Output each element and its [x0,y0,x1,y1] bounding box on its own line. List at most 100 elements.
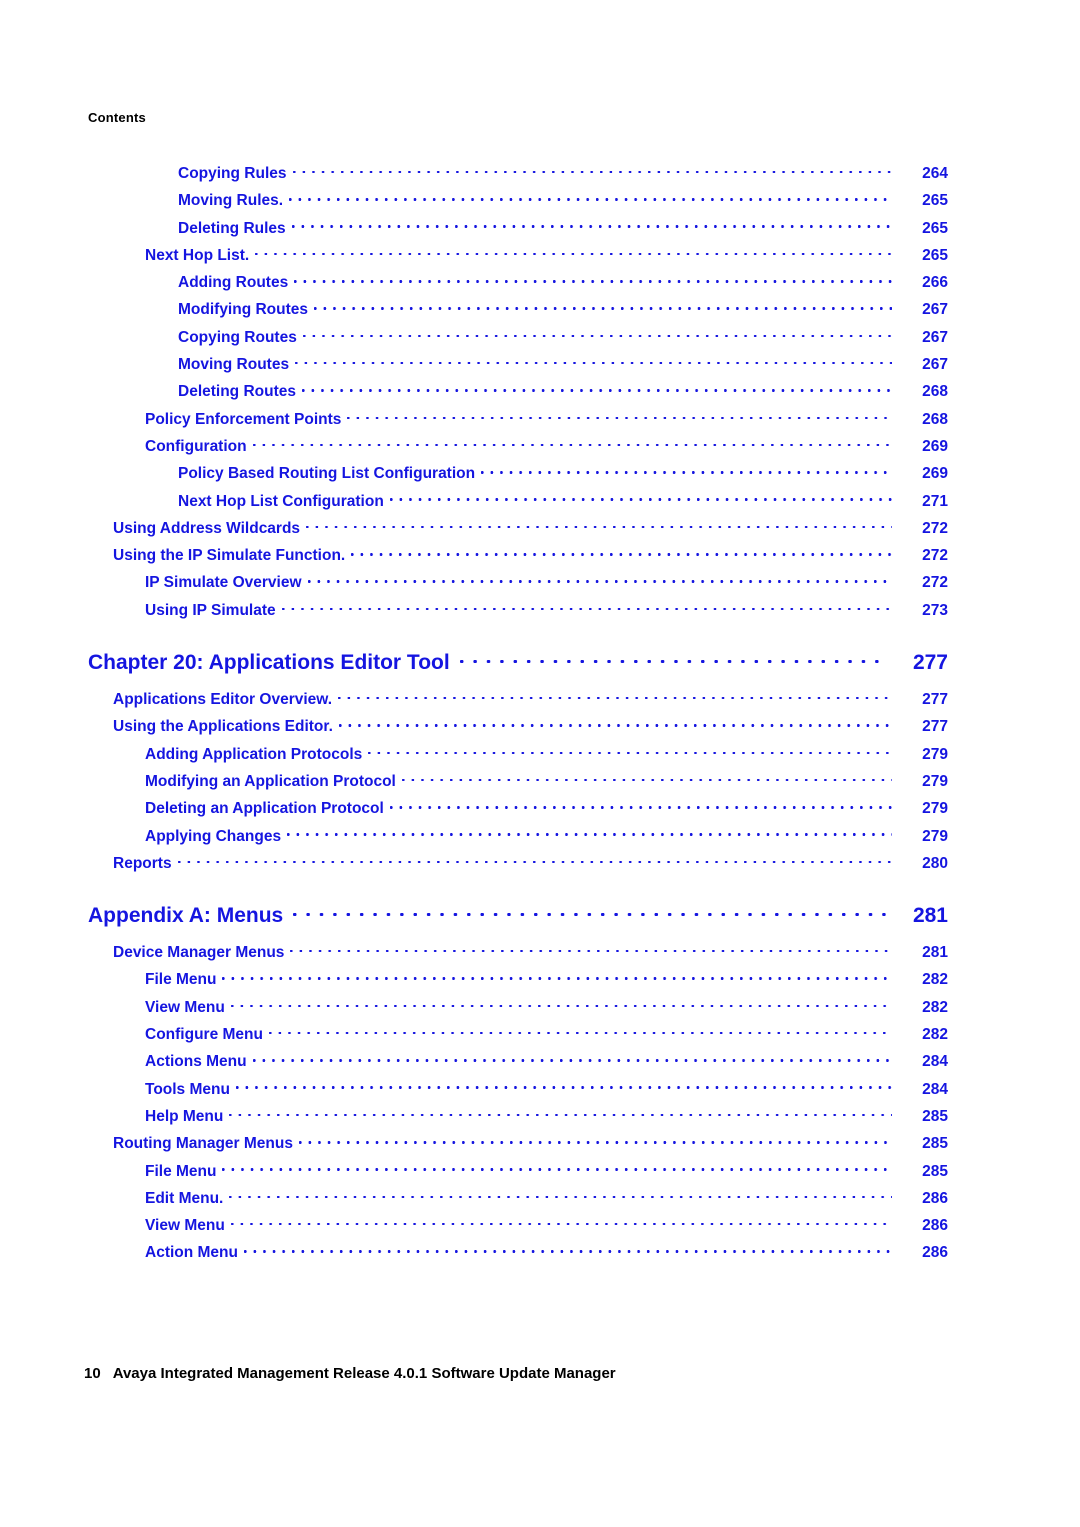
toc-entry-label: Copying Routes [178,328,297,346]
toc-entry-row[interactable]: Deleting Routes 268 [88,378,948,405]
toc-entry-row[interactable]: Edit Menu. 286 [88,1185,948,1212]
toc-page-number: 267 [922,356,948,374]
dot-leader [177,852,892,868]
toc-page-number: 268 [922,410,948,428]
dot-leader [295,354,892,370]
dot-leader [291,217,892,233]
toc-page-number: 267 [922,301,948,319]
toc-entry-row[interactable]: Using the IP Simulate Function. 272 [88,542,948,569]
toc-entry-label: Configuration [145,437,247,455]
toc-page-number: 286 [922,1217,948,1235]
toc-chapter-row[interactable]: Appendix A: Menus 281 [88,899,948,932]
toc-entry-label: Modifying an Application Protocol [145,772,396,790]
toc-entry-label: File Menu [145,971,217,989]
toc-page-number: 279 [922,772,948,790]
dot-leader [281,599,892,615]
toc-entry-row[interactable]: Configuration 269 [88,433,948,460]
toc-entry-label: Help Menu [145,1107,224,1125]
toc-entry-row[interactable]: Copying Routes 267 [88,324,948,351]
toc-entry-label: View Menu [145,998,225,1016]
toc-entry-row[interactable]: Actions Menu 284 [88,1048,948,1075]
toc-entry-row[interactable]: Routing Manager Menus 285 [88,1130,948,1157]
toc-page-number: 269 [922,465,948,483]
dot-leader [255,244,892,260]
toc-page-number: 281 [912,904,948,928]
toc-page-number: 284 [922,1080,948,1098]
toc-page-number: 285 [922,1162,948,1180]
dot-leader [222,969,892,985]
toc-page-number: 277 [922,691,948,709]
toc-entry-row[interactable]: Moving Routes 267 [88,351,948,378]
toc-entry-row[interactable]: Reports 280 [88,850,948,877]
toc-page-number: 273 [922,601,948,619]
running-head: Contents [88,110,146,125]
dot-leader [389,490,892,506]
toc-chapter-row[interactable]: Chapter 20: Applications Editor Tool 277 [88,646,948,679]
toc-entry-label: Reports [113,854,172,872]
dot-leader [244,1242,892,1258]
toc-entry-label: Copying Rules [178,165,287,182]
document-page: Contents Copying Rules 264 Moving Rules. 26… [0,0,1080,1527]
toc-page-number: 279 [922,745,948,763]
toc-entry-row[interactable]: Tools Menu 284 [88,1076,948,1103]
toc-entry-row[interactable]: Configure Menu 282 [88,1021,948,1048]
toc-entry-row[interactable]: Device Manager Menus 281 [88,939,948,966]
dot-leader [459,648,886,669]
toc-page-number: 282 [922,1026,948,1044]
dot-leader [235,1078,892,1094]
toc-entry-row[interactable]: Modifying Routes 267 [88,296,948,323]
toc-entry-row[interactable]: Adding Application Protocols 279 [88,741,948,768]
toc-entry-label: Modifying Routes [178,301,309,319]
toc-page-number: 266 [922,274,948,292]
toc-entry-row[interactable]: Deleting Rules 265 [88,215,948,242]
toc-entry-row[interactable]: Policy Based Routing List Configuration 2… [88,460,948,487]
toc-entry-row[interactable]: Deleting an Application Protocol 279 [88,795,948,822]
toc-entry-row[interactable]: Using IP Simulate 273 [88,597,948,624]
toc-entry-row[interactable]: Copying Rules 264 [88,160,948,187]
toc-entry-row[interactable]: View Menu 282 [88,994,948,1021]
toc-entry-row[interactable]: Help Menu 285 [88,1103,948,1130]
toc-entry-row[interactable]: Next Hop List. 265 [88,242,948,269]
toc-entry-row[interactable]: IP Simulate Overview 272 [88,569,948,596]
toc-entry-label: Routing Manager Menus [113,1135,293,1153]
toc-page-number: 280 [922,854,948,872]
toc-entry-row[interactable]: Next Hop List Configuration 271 [88,488,948,515]
dot-leader [401,770,892,786]
toc-entry-label: Applications Editor Overview. [113,691,333,709]
toc-entry-row[interactable]: File Menu 285 [88,1158,948,1185]
toc-entry-row[interactable]: Moving Rules. 265 [88,187,948,214]
toc-page-number: 265 [922,246,948,264]
toc-entry-row[interactable]: Using Address Wildcards 272 [88,515,948,542]
toc-entry-label: Policy Based Routing List Configuration [178,465,476,483]
toc-entry-row[interactable]: Policy Enforcement Points 268 [88,406,948,433]
toc-entry-row[interactable]: Using the Applications Editor. 277 [88,713,948,740]
dot-leader [289,190,892,206]
toc-entry-label: Moving Rules. [178,192,284,210]
toc-entry-label: Moving Routes [178,356,290,374]
dot-leader [389,798,892,814]
dot-leader [292,163,892,179]
toc-entry-row[interactable]: File Menu 282 [88,966,948,993]
toc-entry-label: Using IP Simulate [145,601,276,619]
toc-page-number: 269 [922,437,948,455]
toc-entry-row[interactable]: Applying Changes 279 [88,823,948,850]
toc-entry-row[interactable]: Modifying an Application Protocol 279 [88,768,948,795]
page-footer: 10 Avaya Integrated Management Release 4.… [84,1365,616,1382]
dot-leader [301,381,892,397]
toc-entry-row[interactable]: View Menu 286 [88,1212,948,1239]
dot-leader [229,1105,892,1121]
toc-entry-label: Applying Changes [145,827,282,845]
toc-entry-label: Actions Menu [145,1053,247,1071]
toc-entry-row[interactable]: Adding Routes 266 [88,269,948,296]
toc-entry-label: Deleting Routes [178,383,296,401]
toc-entry-label: Using the IP Simulate Function. [113,547,346,565]
dot-leader [268,1024,892,1040]
dot-leader [368,743,892,759]
toc-entry-row[interactable]: Action Menu 286 [88,1239,948,1266]
dot-leader [481,463,892,479]
dot-leader [302,326,892,342]
toc-entry-row[interactable]: Applications Editor Overview. 277 [88,686,948,713]
toc-page-number: 271 [922,492,948,510]
toc-entry-label: IP Simulate Overview [145,574,302,592]
toc-page-number: 272 [922,547,948,565]
